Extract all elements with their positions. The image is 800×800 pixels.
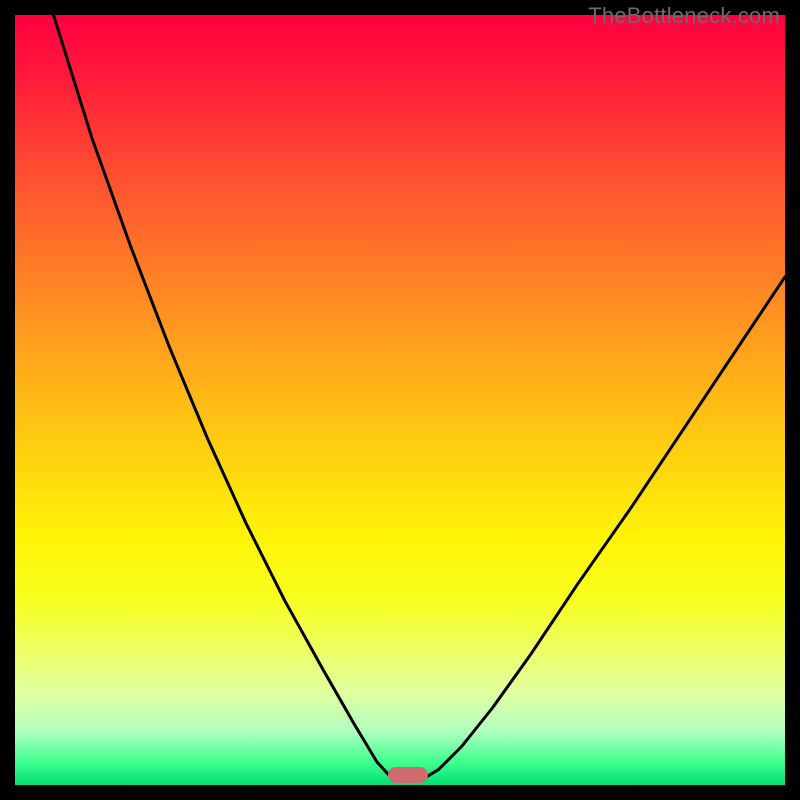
plot-area (15, 15, 785, 785)
bottleneck-curve (15, 15, 785, 785)
watermark-text: TheBottleneck.com (588, 3, 780, 29)
chart-frame: TheBottleneck.com (0, 0, 800, 800)
optimal-marker (388, 767, 428, 783)
